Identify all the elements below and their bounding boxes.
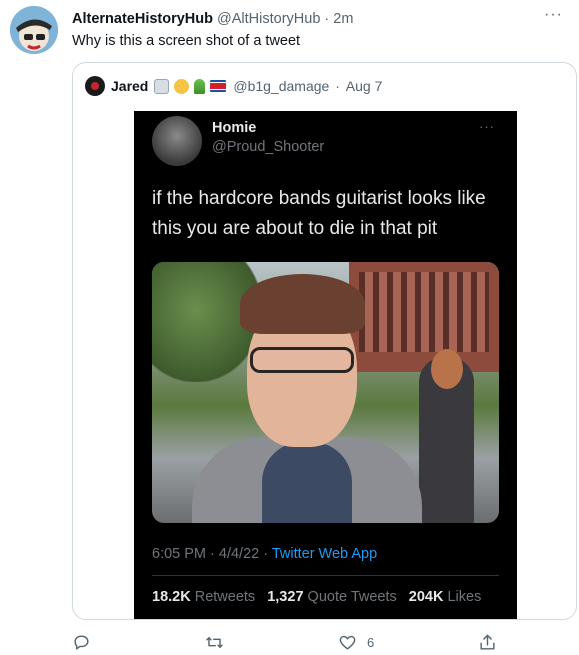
reply-icon [74, 635, 89, 650]
tweet-actions: 6 [0, 633, 579, 653]
flag-emoji-icon [210, 80, 227, 92]
quoted-tweet[interactable]: Jared @b1g_damage · Aug 7 Homie @Proud_S… [72, 62, 577, 620]
screenshot-photo [152, 262, 499, 523]
heart-icon [339, 635, 356, 650]
retweet-icon [206, 637, 223, 648]
like-count: 6 [367, 635, 375, 650]
screenshot-more-icon: ··· [479, 119, 495, 134]
quoted-author-handle: @b1g_damage [233, 78, 330, 94]
tweet-header: AlternateHistoryHub @AltHistoryHub · 2m [72, 10, 539, 28]
tweet-text: Why is this a screen shot of a tweet [72, 33, 301, 49]
reply-button[interactable] [72, 633, 101, 652]
like-button[interactable]: 6 [338, 633, 374, 652]
retweet-button[interactable] [205, 633, 234, 652]
tweet-screenshot-image: Homie @Proud_Shooter ··· if the hardcore… [134, 111, 517, 619]
share-button[interactable] [478, 633, 507, 652]
screenshot-stats: 18.2K Retweets 1,327 Quote Tweets 204K L… [152, 589, 482, 605]
screenshot-handle: @Proud_Shooter [212, 139, 325, 155]
screenshot-text: if the hardcore bands guitarist looks li… [152, 188, 486, 239]
author-name[interactable]: AlternateHistoryHub [72, 11, 213, 27]
quoted-date: Aug 7 [345, 78, 383, 94]
author-handle[interactable]: @AltHistoryHub [217, 11, 320, 27]
emoji-icon [154, 78, 170, 94]
share-icon [480, 634, 495, 650]
photo-shirt [262, 442, 352, 523]
photo-glasses [250, 347, 354, 373]
sprout-emoji-icon [194, 78, 206, 94]
dot-separator: · [331, 78, 344, 94]
quoted-author-name: Jared [111, 78, 149, 94]
screenshot-name: Homie [212, 120, 257, 136]
avatar-illustration-icon [10, 6, 58, 54]
screenshot-divider [152, 575, 499, 576]
quoted-author-avatar [85, 76, 105, 96]
emoji-icon [174, 78, 190, 94]
photo-hair [240, 274, 365, 334]
photo-building [349, 262, 499, 372]
dot-separator: · [324, 11, 330, 27]
quoted-tweet-header: Jared @b1g_damage · Aug 7 [85, 76, 382, 96]
photo-background-person [419, 349, 474, 523]
author-avatar[interactable] [10, 6, 58, 54]
tweet-time[interactable]: 2m [333, 11, 353, 27]
more-options-icon[interactable]: ··· [544, 6, 563, 24]
screenshot-source: Twitter Web App [271, 546, 378, 562]
screenshot-avatar [152, 116, 202, 166]
screenshot-timestamp: 6:05 PM · 4/4/22 · Twitter Web App [152, 546, 378, 562]
